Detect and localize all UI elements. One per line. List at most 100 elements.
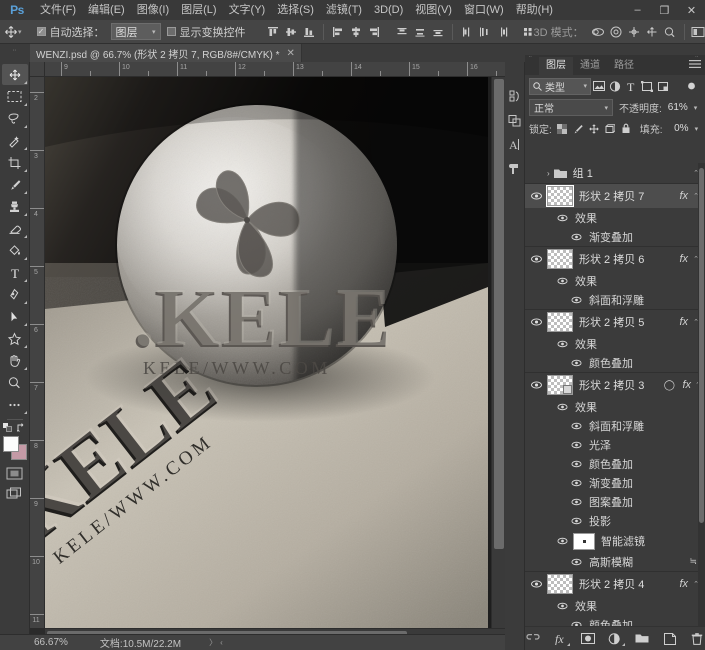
effect-visibility-toggle[interactable]: [569, 353, 583, 372]
align-distribute-options-icon[interactable]: [522, 22, 534, 42]
hand-tool[interactable]: [2, 350, 28, 371]
layer-effects-header[interactable]: 效果: [525, 271, 705, 290]
tool-preset-caret-icon[interactable]: ▾: [18, 28, 22, 36]
group-expand-icon[interactable]: ›: [547, 169, 550, 178]
new-group-icon[interactable]: [635, 630, 650, 648]
layer-thumbnail[interactable]: [547, 574, 573, 594]
lock-artboard-nesting-icon[interactable]: [603, 121, 618, 137]
effects-visibility-toggle[interactable]: [555, 271, 569, 290]
layer-effect-item[interactable]: 图案叠加: [525, 492, 705, 511]
move-tool-icon[interactable]: [4, 21, 18, 43]
horizontal-ruler[interactable]: 9 10 11 12 13 14 15 16: [45, 62, 505, 77]
3d-zoom-icon[interactable]: [661, 22, 679, 42]
document-size-info[interactable]: 文档:10.5M/22.2M: [100, 635, 181, 650]
layer-thumbnail[interactable]: [547, 375, 573, 395]
blend-mode-dropdown[interactable]: 正常 ▾: [529, 99, 613, 116]
filter-pixel-icon[interactable]: [591, 77, 607, 95]
distribute-left-edges-icon[interactable]: [458, 22, 476, 42]
path-selection-tool[interactable]: [2, 306, 28, 327]
close-button[interactable]: ✕: [678, 0, 705, 20]
layer-visibility-toggle[interactable]: [525, 184, 547, 208]
effect-visibility-toggle[interactable]: [569, 290, 583, 309]
brush-tool[interactable]: [2, 174, 28, 195]
character-icon[interactable]: A: [505, 132, 525, 156]
canvas-area[interactable]: .KELE .KELE KELE/WWW.COM KELE KELE KELE/…: [45, 77, 505, 628]
layer-visibility-toggle[interactable]: [525, 310, 547, 334]
edit-toolbar-submenu-icon[interactable]: [24, 411, 27, 414]
filter-shape-icon[interactable]: [639, 77, 655, 95]
effect-visibility-toggle[interactable]: [569, 454, 583, 473]
effects-visibility-toggle[interactable]: [555, 334, 569, 353]
smart-filter-indicator-icon[interactable]: ◯: [664, 380, 675, 391]
fill-caret-icon[interactable]: ▾: [695, 125, 699, 133]
canvas-vertical-scrollbar[interactable]: [491, 77, 505, 628]
adjustment-submenu-icon[interactable]: [622, 643, 625, 646]
menu-3d[interactable]: 3D(D): [368, 0, 409, 20]
layer-effect-item[interactable]: 投影: [525, 511, 705, 530]
quick-selection-tool[interactable]: [2, 130, 28, 151]
layer-thumbnail[interactable]: [547, 312, 573, 332]
lock-all-icon[interactable]: [619, 121, 634, 137]
status-expand-icon[interactable]: 〉‹: [209, 637, 226, 648]
panel-menu-icon[interactable]: [689, 60, 701, 72]
smart-filter-blending-icon[interactable]: ≒: [689, 556, 697, 567]
3d-roll-icon[interactable]: [607, 22, 625, 42]
distribute-vertical-centers-icon[interactable]: [411, 22, 429, 42]
distribute-top-edges-icon[interactable]: [393, 22, 411, 42]
layer-visibility-toggle[interactable]: [525, 163, 547, 185]
default-colors-icon[interactable]: [3, 423, 13, 433]
align-vertical-centers-icon[interactable]: [282, 22, 300, 42]
type-tool[interactable]: T: [2, 262, 28, 283]
quick-selection-submenu-icon[interactable]: [24, 147, 27, 150]
effect-visibility-toggle[interactable]: [569, 615, 583, 626]
effects-visibility-toggle[interactable]: [555, 596, 569, 615]
menu-help[interactable]: 帮助(H): [510, 0, 559, 20]
swap-colors-icon[interactable]: [17, 423, 27, 433]
ruler-corner[interactable]: [30, 62, 45, 77]
opacity-caret-icon[interactable]: ▾: [694, 104, 698, 112]
maximize-button[interactable]: ❐: [651, 0, 678, 20]
clone-stamp-tool[interactable]: [2, 196, 28, 217]
layer-row-shape2-copy5[interactable]: 形状 2 拷贝 5 fx ⌃: [525, 310, 705, 334]
crop-tool[interactable]: [2, 152, 28, 173]
eraser-tool[interactable]: [2, 218, 28, 239]
distribute-right-edges-icon[interactable]: [494, 22, 512, 42]
pen-tool[interactable]: [2, 284, 28, 305]
show-transform-checkbox[interactable]: 显示变换控件: [167, 24, 246, 40]
crop-tool-submenu-icon[interactable]: [24, 169, 27, 172]
layer-effects-indicator[interactable]: fx: [682, 379, 691, 391]
canvas-vscroll-thumb[interactable]: [494, 79, 504, 549]
distribute-horizontal-centers-icon[interactable]: [476, 22, 494, 42]
menu-select[interactable]: 选择(S): [271, 0, 320, 20]
effect-visibility-toggle[interactable]: [569, 511, 583, 530]
hand-tool-submenu-icon[interactable]: [24, 367, 27, 370]
new-fill-adjustment-layer-icon[interactable]: [607, 630, 622, 648]
auto-select-scope-dropdown[interactable]: 图层 ▾: [111, 23, 161, 40]
filter-toggle-icon[interactable]: [683, 77, 699, 95]
effect-visibility-toggle[interactable]: [569, 416, 583, 435]
workspace-switcher-icon[interactable]: [690, 22, 705, 42]
align-bottom-edges-icon[interactable]: [300, 22, 318, 42]
layer-list[interactable]: › 组 1 ⌃ 形状 2 拷贝 7 fx ⌃ 效果: [525, 163, 705, 626]
new-layer-icon[interactable]: [662, 630, 677, 648]
paint-bucket-tool[interactable]: [2, 240, 28, 261]
menu-view[interactable]: 视图(V): [409, 0, 458, 20]
layer-effects-header[interactable]: 效果: [525, 208, 705, 227]
tab-paths[interactable]: 路径: [607, 57, 641, 75]
layer-thumbnail[interactable]: [547, 186, 573, 206]
link-layers-icon[interactable]: [525, 630, 540, 648]
align-top-edges-icon[interactable]: [264, 22, 282, 42]
zoom-tool[interactable]: [2, 372, 28, 393]
distribute-bottom-edges-icon[interactable]: [429, 22, 447, 42]
lasso-tool-submenu-icon[interactable]: [24, 125, 27, 128]
menu-file[interactable]: 文件(F): [34, 0, 82, 20]
align-right-edges-icon[interactable]: [365, 22, 383, 42]
paint-bucket-submenu-icon[interactable]: [24, 257, 27, 260]
layer-effect-item[interactable]: 光泽: [525, 435, 705, 454]
layer-effects-indicator[interactable]: fx: [679, 253, 688, 265]
move-tool-submenu-icon[interactable]: [24, 81, 27, 84]
layer-filter-kind-dropdown[interactable]: 类型 ▾: [529, 78, 591, 95]
layer-style-submenu-icon[interactable]: [567, 643, 570, 646]
3d-slide-icon[interactable]: [643, 22, 661, 42]
custom-shape-submenu-icon[interactable]: [24, 345, 27, 348]
